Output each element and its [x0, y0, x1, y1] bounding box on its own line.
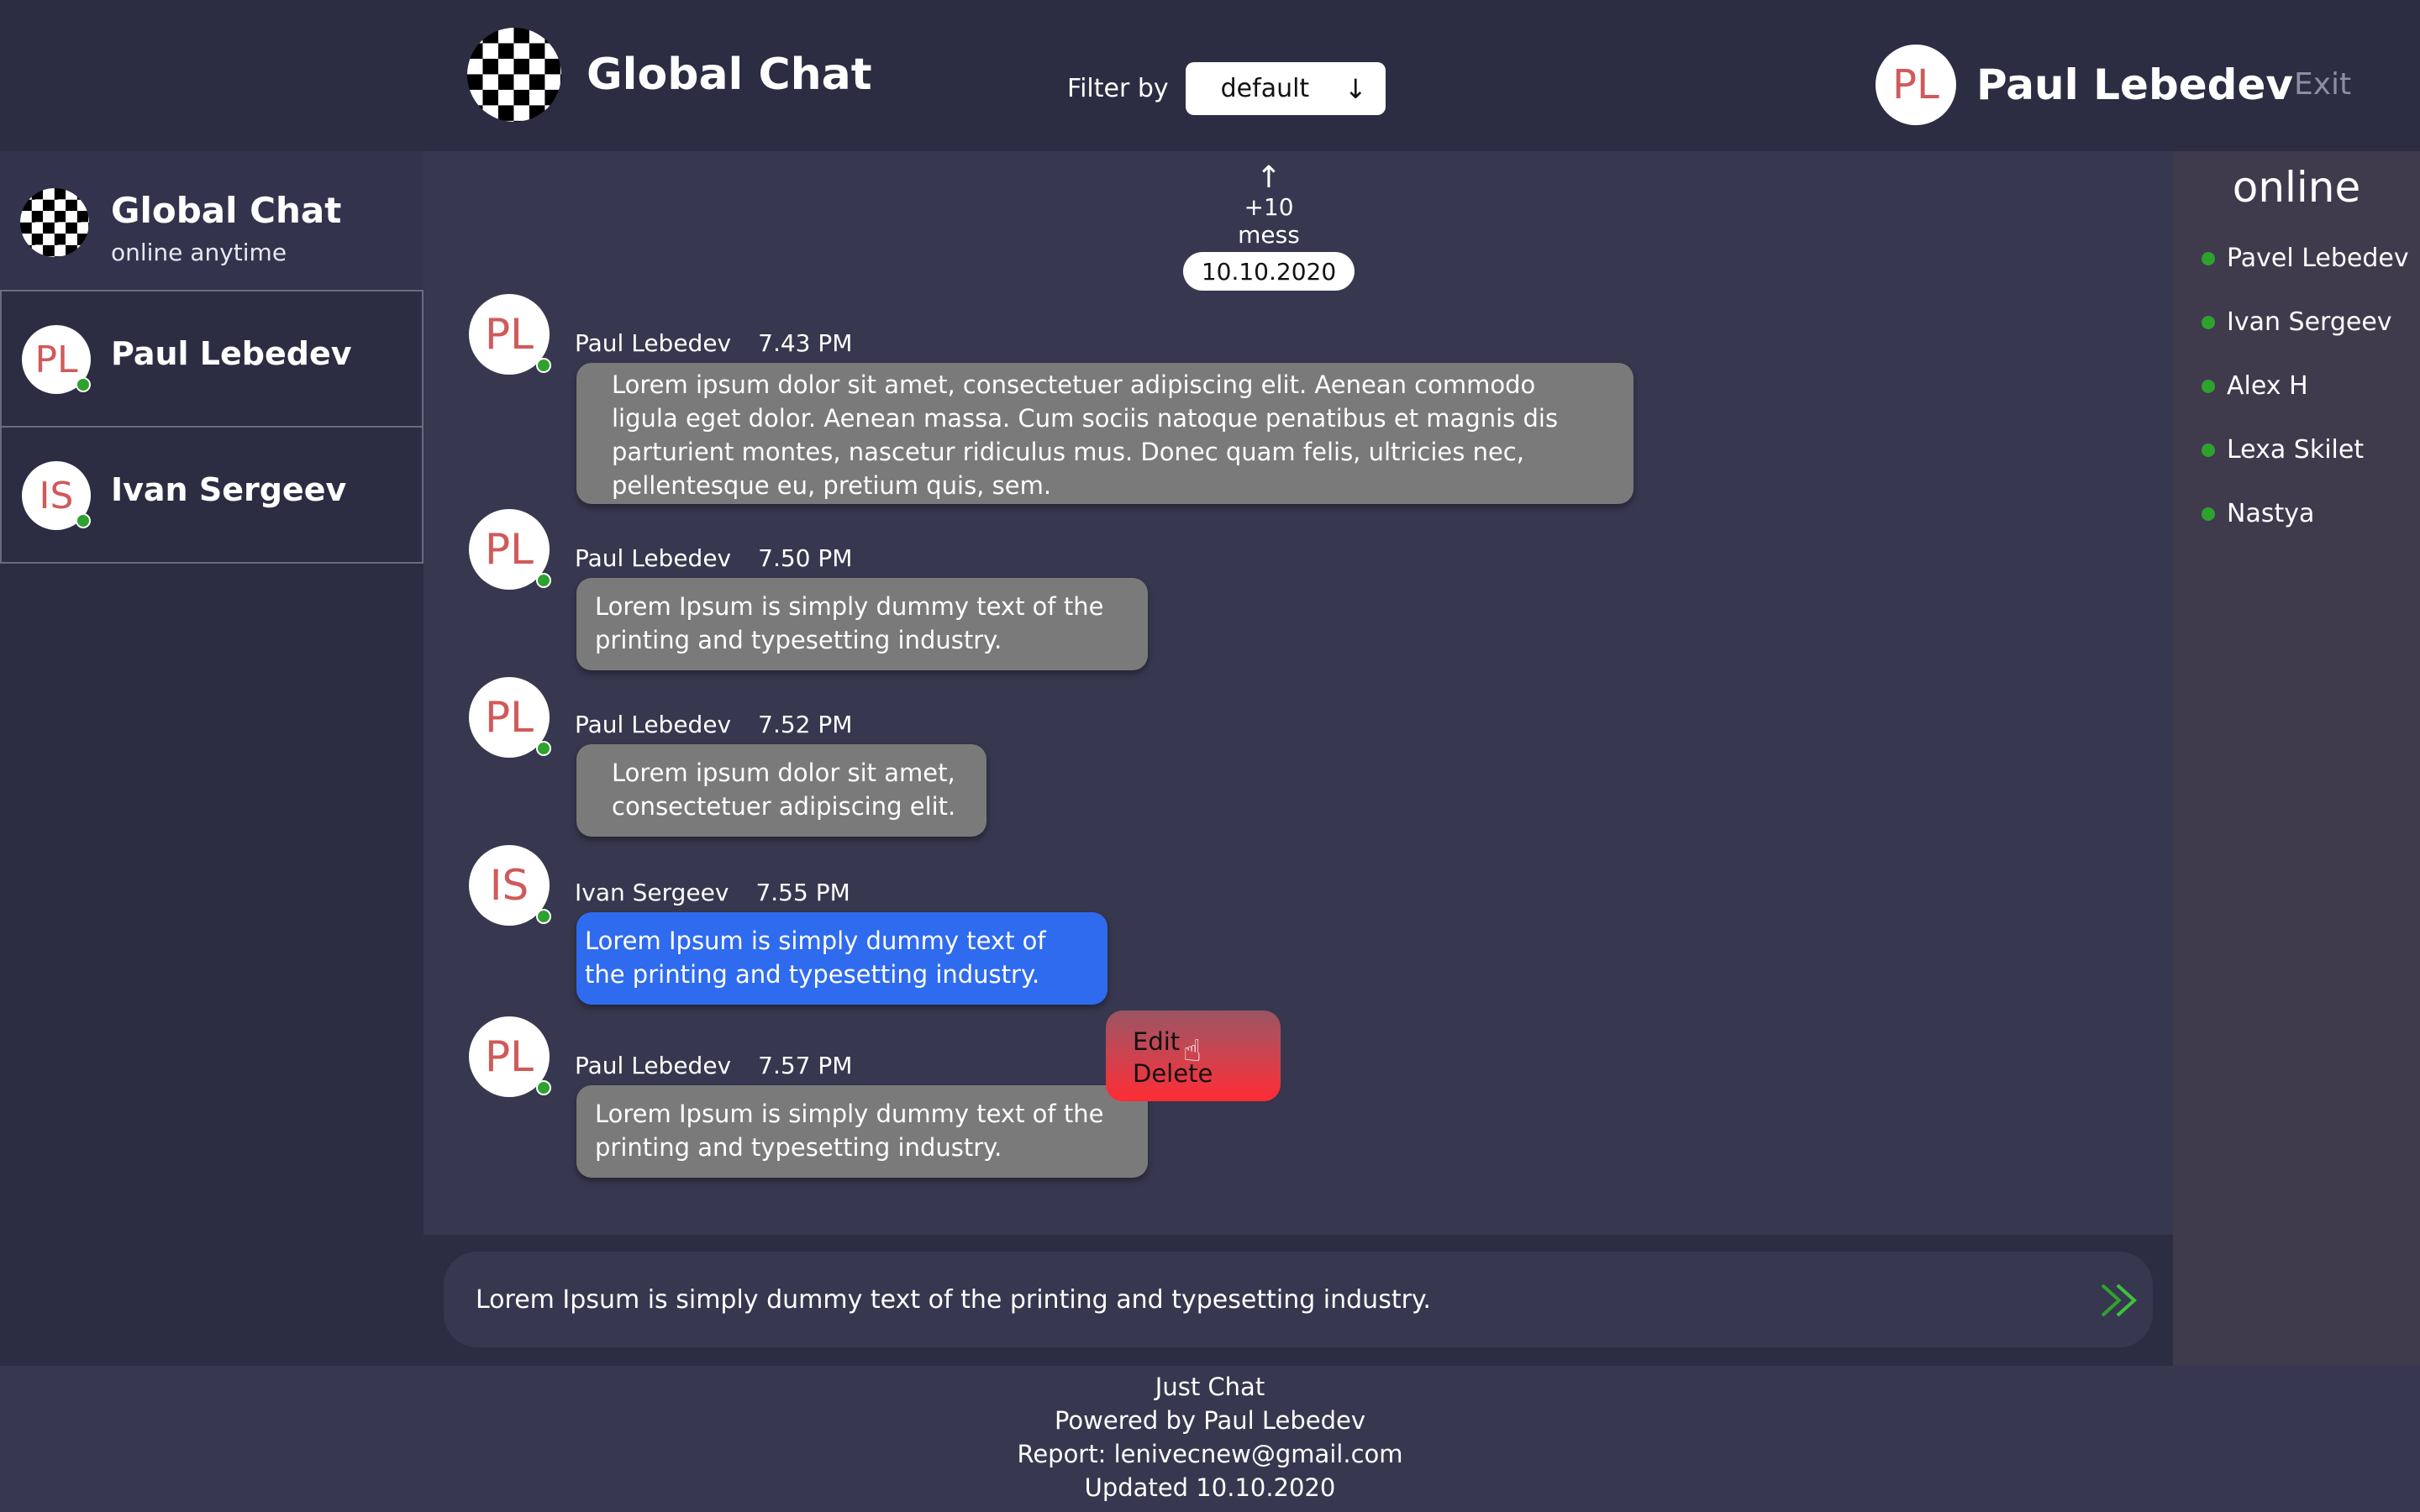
sidebar-item-title: Global Chat — [111, 190, 342, 231]
avatar-initials: PL — [484, 525, 534, 574]
load-more-button[interactable]: ↑ +10 mess — [1218, 163, 1319, 249]
message-input[interactable]: Lorem Ipsum is simply dummy text of the … — [444, 1252, 2153, 1347]
sidebar-item-paul-lebedev[interactable]: PL Paul Lebedev — [0, 290, 424, 428]
message-author: Paul Lebedev — [575, 1052, 732, 1079]
composer-area: Lorem Ipsum is simply dummy text of the … — [424, 1235, 2173, 1366]
sidebar-item-global-chat[interactable]: Global Chat online anytime — [0, 151, 424, 290]
sidebar-item-label: Ivan Sergeev — [111, 471, 347, 508]
online-status-dot — [2202, 379, 2215, 393]
online-user-name: Nastya — [2227, 499, 2315, 528]
online-status-dot — [536, 741, 551, 756]
arrow-down-icon: ↓ — [1344, 72, 1367, 105]
arrow-up-icon: ↑ — [1255, 160, 1282, 195]
online-status-dot — [2202, 443, 2215, 457]
avatar-initials: PL — [484, 310, 534, 359]
message-bubble[interactable]: Lorem Ipsum is simply dummy text of the … — [576, 912, 1107, 1005]
message-avatar[interactable]: PL — [469, 509, 551, 590]
message-avatar[interactable]: PL — [469, 1016, 551, 1097]
filter-control: Filter by default ↓ — [1067, 62, 1386, 115]
online-status-dot — [536, 1080, 551, 1095]
online-user-name: Alex H — [2227, 371, 2308, 401]
online-user-name: Pavel Lebedev — [2227, 244, 2409, 273]
online-status-dot — [76, 377, 91, 392]
avatar-initials: PL — [484, 693, 534, 742]
sidebar-item-subtitle: online anytime — [111, 239, 287, 266]
load-more-label: +10 mess — [1238, 193, 1300, 249]
footer-app-name: Just Chat — [1155, 1373, 1265, 1401]
filter-value: default — [1220, 74, 1310, 103]
message-meta: Paul Lebedev 7.50 PM — [575, 544, 852, 572]
footer-report-email[interactable]: Report: lenivecnew@gmail.com — [0, 1440, 2420, 1468]
message-context-menu: Edit Delete ☝ — [1106, 1011, 1281, 1101]
page-footer: Just Chat Powered by Paul Lebedev Report… — [0, 1366, 2420, 1512]
online-user-item[interactable]: Alex H — [2202, 371, 2308, 401]
online-user-item[interactable]: Pavel Lebedev — [2202, 244, 2409, 273]
current-user[interactable]: PL Paul Lebedev — [1876, 45, 2293, 125]
online-user-item[interactable]: Lexa Skilet — [2202, 435, 2364, 465]
online-status-dot — [536, 358, 551, 373]
online-users-panel: online Pavel Lebedev Ivan Sergeev Alex H… — [2173, 151, 2420, 1366]
online-status-dot — [2202, 315, 2215, 329]
avatar-initials: IS — [39, 474, 74, 517]
header-title: Global Chat — [587, 50, 872, 100]
footer-powered-by: Powered by Paul Lebedev — [1054, 1406, 1366, 1435]
online-user-name: Ivan Sergeev — [2227, 307, 2392, 337]
message-time: 7.57 PM — [758, 1052, 853, 1079]
online-user-item[interactable]: Nastya — [2202, 499, 2314, 528]
filter-label: Filter by — [1067, 74, 1169, 103]
online-status-dot — [2202, 507, 2215, 521]
avatar: IS — [22, 461, 91, 530]
sidebar-item-label: Paul Lebedev — [111, 335, 352, 372]
online-title: online — [2232, 163, 2361, 212]
exit-button[interactable]: Exit — [2294, 67, 2351, 102]
hand-cursor-icon: ☝ — [1183, 1034, 1202, 1068]
message-input-value: Lorem Ipsum is simply dummy text of the … — [476, 1284, 1431, 1315]
online-status-dot — [536, 909, 551, 924]
online-status-dot — [536, 573, 551, 588]
online-status-dot — [2202, 251, 2215, 265]
message-time: 7.52 PM — [758, 711, 853, 738]
message-bubble[interactable]: Lorem Ipsum is simply dummy text of the … — [576, 1085, 1148, 1178]
top-header: Global Chat Filter by default ↓ PL Paul … — [0, 0, 2420, 151]
user-avatar: PL — [1876, 45, 1956, 125]
double-chevron-send-icon[interactable] — [2099, 1282, 2146, 1319]
message-bubble[interactable]: Lorem ipsum dolor sit amet, consectetuer… — [576, 363, 1634, 504]
header-brand: Global Chat — [467, 28, 872, 122]
message-meta: Paul Lebedev 7.52 PM — [575, 711, 852, 738]
avatar-initials: PL — [484, 1032, 534, 1081]
checkered-logo-icon — [467, 28, 561, 122]
chat-area[interactable]: ↑ +10 mess 10.10.2020 PL Paul Lebedev 7.4… — [424, 151, 2173, 1235]
filter-select[interactable]: default ↓ — [1185, 62, 1386, 115]
message-meta: Ivan Sergeev 7.55 PM — [575, 879, 850, 906]
chat-list-sidebar: Global Chat online anytime PL Paul Lebed… — [0, 151, 424, 1366]
message-bubble[interactable]: Lorem ipsum dolor sit amet, consectetuer… — [576, 744, 986, 837]
sidebar-item-ivan-sergeev[interactable]: IS Ivan Sergeev — [0, 426, 424, 564]
checkered-logo-icon — [20, 188, 89, 257]
message-author: Paul Lebedev — [575, 544, 732, 572]
message-avatar[interactable]: PL — [469, 294, 551, 375]
message-time: 7.50 PM — [758, 544, 853, 572]
message-author: Paul Lebedev — [575, 329, 732, 357]
avatar-initials: PL — [34, 338, 78, 381]
message-time: 7.43 PM — [758, 329, 853, 357]
online-user-item[interactable]: Ivan Sergeev — [2202, 307, 2392, 337]
message-bubble[interactable]: Lorem Ipsum is simply dummy text of the … — [576, 578, 1148, 670]
message-author: Ivan Sergeev — [575, 879, 729, 906]
message-time: 7.55 PM — [755, 879, 850, 906]
online-user-name: Lexa Skilet — [2227, 435, 2365, 465]
message-avatar[interactable]: PL — [469, 677, 551, 758]
message-author: Paul Lebedev — [575, 711, 732, 738]
online-status-dot — [76, 513, 91, 528]
edit-menu-item[interactable]: Edit — [1133, 1027, 1180, 1056]
footer-updated: Updated 10.10.2020 — [1084, 1473, 1336, 1502]
date-separator: 10.10.2020 — [1183, 252, 1355, 291]
message-meta: Paul Lebedev 7.43 PM — [575, 329, 852, 357]
message-avatar[interactable]: IS — [469, 845, 551, 926]
avatar: PL — [22, 325, 91, 394]
message-meta: Paul Lebedev 7.57 PM — [575, 1052, 852, 1079]
avatar-initials: IS — [489, 861, 529, 910]
user-name: Paul Lebedev — [1976, 60, 2293, 109]
